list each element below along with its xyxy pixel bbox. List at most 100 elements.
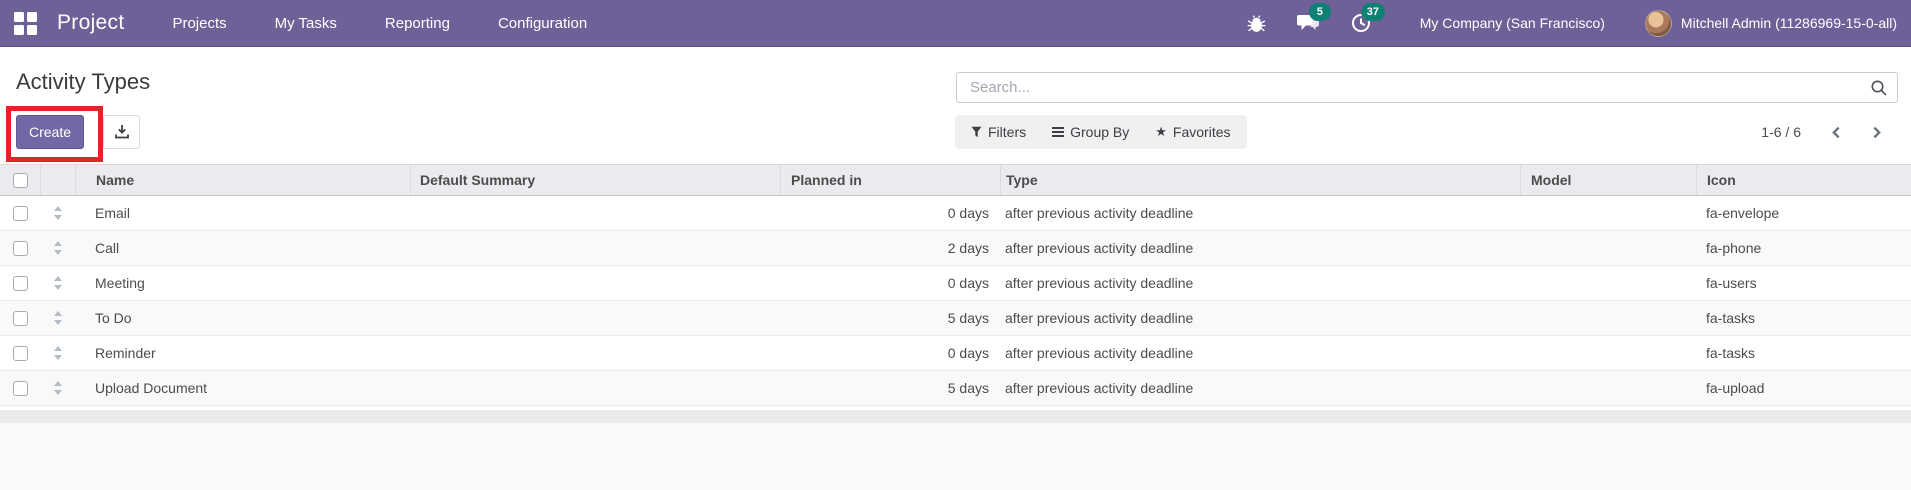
table-row[interactable]: Reminder 0 days after previous activity … [0, 336, 1911, 371]
activities-menu[interactable]: 37 [1348, 10, 1374, 36]
table-row[interactable]: Email 0 days after previous activity dea… [0, 196, 1911, 231]
row-checkbox-cell [0, 241, 40, 256]
chevron-left-icon [1830, 126, 1843, 139]
cell-planned-in: 0 days [780, 345, 1000, 361]
column-header-type[interactable]: Type [1000, 165, 1520, 195]
pager-previous-button[interactable] [1823, 119, 1849, 145]
column-header-planned-in[interactable]: Planned in [780, 165, 1000, 195]
menu-projects[interactable]: Projects [172, 15, 226, 32]
company-switcher[interactable]: My Company (San Francisco) [1420, 15, 1605, 31]
table-footer-strip [0, 410, 1911, 423]
drag-handle[interactable] [40, 206, 75, 220]
page-background [0, 423, 1911, 490]
table-body: Email 0 days after previous activity dea… [0, 196, 1911, 406]
favorites-button[interactable]: ★ Favorites [1155, 124, 1230, 140]
group-by-icon [1052, 127, 1064, 137]
app-name[interactable]: Project [57, 11, 124, 35]
cell-name: Call [75, 240, 410, 256]
export-button[interactable] [103, 115, 140, 149]
cell-name: To Do [75, 310, 410, 326]
cell-type: after previous activity deadline [1000, 205, 1520, 221]
search-box [956, 72, 1898, 103]
select-all-checkbox[interactable] [13, 173, 28, 188]
group-by-button[interactable]: Group By [1052, 124, 1129, 140]
activity-types-list: Name Default Summary Planned in Type Mod… [0, 164, 1911, 406]
cell-name: Email [75, 205, 410, 221]
row-checkbox-cell [0, 311, 40, 326]
cell-type: after previous activity deadline [1000, 380, 1520, 396]
cell-icon: fa-phone [1696, 240, 1911, 256]
column-header-icon[interactable]: Icon [1696, 165, 1911, 195]
chevron-right-icon [1870, 126, 1883, 139]
sort-handle-icon [53, 381, 63, 395]
cell-icon: fa-upload [1696, 380, 1911, 396]
group-by-label: Group By [1070, 124, 1129, 140]
drag-handle[interactable] [40, 241, 75, 255]
row-checkbox[interactable] [13, 346, 28, 361]
bug-icon [1246, 13, 1267, 34]
cell-icon: fa-users [1696, 275, 1911, 291]
drag-handle[interactable] [40, 381, 75, 395]
odoo-window: Project Projects My Tasks Reporting Conf… [0, 0, 1911, 490]
pager-range: 1-6 / 6 [1761, 124, 1801, 140]
favorites-label: Favorites [1173, 124, 1231, 140]
menu-configuration[interactable]: Configuration [498, 15, 587, 32]
row-checkbox[interactable] [13, 241, 28, 256]
table-header-row: Name Default Summary Planned in Type Mod… [0, 164, 1911, 196]
pager-next-button[interactable] [1863, 119, 1889, 145]
cell-type: after previous activity deadline [1000, 345, 1520, 361]
sort-handle-icon [53, 276, 63, 290]
table-row[interactable]: To Do 5 days after previous activity dea… [0, 301, 1911, 336]
drag-handle[interactable] [40, 346, 75, 360]
sort-handle-icon [53, 206, 63, 220]
search-input[interactable] [957, 73, 1897, 102]
drag-handle[interactable] [40, 311, 75, 325]
top-navbar: Project Projects My Tasks Reporting Conf… [0, 0, 1911, 47]
handle-header-cell [40, 165, 75, 195]
star-icon: ★ [1155, 124, 1167, 140]
column-header-model[interactable]: Model [1520, 165, 1696, 195]
table-row[interactable]: Meeting 0 days after previous activity d… [0, 266, 1911, 301]
column-header-default-summary[interactable]: Default Summary [410, 165, 780, 195]
row-checkbox[interactable] [13, 276, 28, 291]
cell-type: after previous activity deadline [1000, 310, 1520, 326]
filter-funnel-icon [971, 126, 982, 138]
drag-handle[interactable] [40, 276, 75, 290]
grid-square [27, 25, 37, 35]
debug-bug-icon[interactable] [1244, 10, 1270, 36]
row-checkbox-cell [0, 206, 40, 221]
cell-planned-in: 0 days [780, 275, 1000, 291]
search-icon[interactable] [1870, 79, 1888, 102]
row-checkbox[interactable] [13, 311, 28, 326]
cell-planned-in: 5 days [780, 380, 1000, 396]
filters-button[interactable]: Filters [971, 124, 1026, 140]
avatar [1645, 10, 1672, 37]
table-row[interactable]: Upload Document 5 days after previous ac… [0, 371, 1911, 406]
row-checkbox[interactable] [13, 381, 28, 396]
grid-square [14, 12, 24, 22]
menu-reporting[interactable]: Reporting [385, 15, 450, 32]
grid-square [14, 25, 24, 35]
filters-label: Filters [988, 124, 1026, 140]
menu-my-tasks[interactable]: My Tasks [275, 15, 337, 32]
messages-badge: 5 [1309, 3, 1331, 21]
cell-name: Reminder [75, 345, 410, 361]
grid-square [27, 12, 37, 22]
pager: 1-6 / 6 [1761, 115, 1889, 149]
apps-grid-icon[interactable] [14, 12, 37, 35]
row-checkbox[interactable] [13, 206, 28, 221]
cell-icon: fa-envelope [1696, 205, 1911, 221]
create-button[interactable]: Create [16, 115, 84, 149]
control-panel: Activity Types Create Filt [0, 48, 1911, 164]
row-checkbox-cell [0, 381, 40, 396]
messages-menu[interactable]: 5 [1296, 10, 1322, 36]
user-menu[interactable]: Mitchell Admin (11286969-15-0-all) [1645, 10, 1897, 37]
table-row[interactable]: Call 2 days after previous activity dead… [0, 231, 1911, 266]
cell-planned-in: 2 days [780, 240, 1000, 256]
user-name: Mitchell Admin (11286969-15-0-all) [1681, 15, 1897, 31]
column-header-name[interactable]: Name [75, 165, 410, 195]
cell-planned-in: 5 days [780, 310, 1000, 326]
cell-name: Meeting [75, 275, 410, 291]
cell-icon: fa-tasks [1696, 310, 1911, 326]
row-checkbox-cell [0, 276, 40, 291]
